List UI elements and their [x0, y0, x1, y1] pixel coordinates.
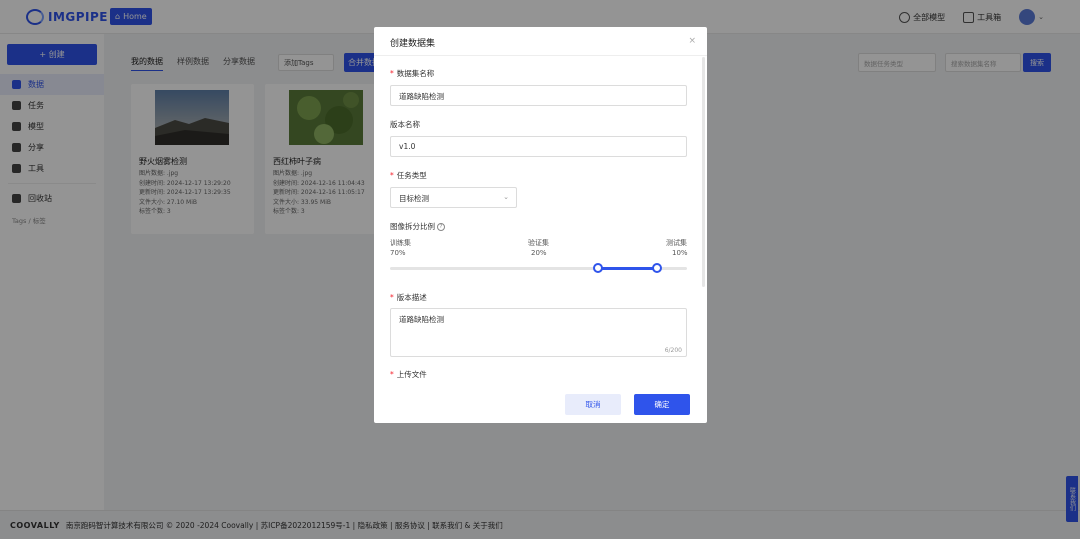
val-label: 验证集 [528, 239, 549, 247]
slider-handle-train[interactable] [592, 263, 603, 273]
split-ratio-label: 图像拆分比例? [390, 221, 445, 232]
cancel-button[interactable]: 取消 [565, 394, 621, 415]
help-icon[interactable]: ? [437, 223, 445, 231]
train-value: 70% [390, 249, 406, 257]
textarea-value: 道路缺陷检测 [399, 315, 444, 324]
select-value: 目标检测 [399, 194, 429, 203]
val-value: 20% [531, 249, 547, 257]
label-text: 版本描述 [396, 293, 427, 302]
slider-fill [597, 267, 658, 270]
char-counter: 6/200 [664, 347, 682, 354]
train-label: 训练集 [390, 239, 411, 247]
version-desc-textarea[interactable]: 道路缺陷检测 6/200 [390, 308, 687, 357]
chevron-down-icon: ⌄ [503, 193, 509, 201]
label-text: 图像拆分比例 [390, 222, 435, 231]
test-label: 测试集 [666, 239, 687, 247]
test-value: 10% [672, 249, 688, 257]
slider-handle-val[interactable] [652, 263, 663, 273]
create-dataset-modal: 创建数据集 × * 数据集名称 道路缺陷检测 版本名称 v1.0 * 任务类型 目标… [374, 27, 707, 423]
version-desc-label: * 版本描述 [390, 293, 427, 302]
version-name-input[interactable]: v1.0 [390, 136, 687, 157]
modal-scrollbar[interactable] [702, 57, 705, 287]
dataset-name-input[interactable]: 道路缺陷检测 [390, 85, 687, 106]
label-text: 数据集名称 [396, 69, 435, 78]
modal-title: 创建数据集 [390, 39, 436, 49]
upload-label: * 上传文件 [390, 370, 427, 379]
split-slider[interactable] [390, 263, 687, 273]
task-type-select[interactable]: 目标检测 ⌄ [390, 187, 517, 208]
dataset-name-label: * 数据集名称 [390, 69, 435, 78]
label-text: 上传文件 [396, 370, 427, 379]
confirm-button[interactable]: 确定 [634, 394, 690, 415]
label-text: 任务类型 [396, 171, 427, 180]
close-icon[interactable]: × [688, 36, 696, 46]
modal-header: 创建数据集 × [374, 27, 707, 56]
task-type-label: * 任务类型 [390, 171, 427, 180]
version-name-label: 版本名称 [390, 120, 420, 129]
